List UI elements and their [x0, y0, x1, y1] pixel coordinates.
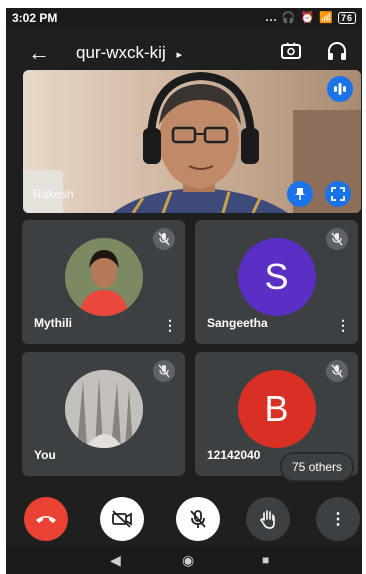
nav-recents-icon[interactable]: ■ [262, 553, 269, 567]
avatar: B [237, 370, 316, 449]
mic-off-icon [326, 228, 348, 250]
speaking-indicator-icon [327, 76, 353, 102]
call-controls: ⋮ [6, 492, 362, 542]
mic-off-button[interactable] [176, 497, 220, 541]
status-bar: 3:02 PM ... 🎧 ⏰ 📶 76 [6, 8, 362, 28]
battery-icon: 76 [337, 12, 356, 24]
camera-off-button[interactable] [100, 497, 144, 541]
participant-tile[interactable]: You [22, 352, 185, 476]
headphone-status-icon: 🎧 [281, 12, 297, 24]
nav-back-icon[interactable]: ◀ [110, 552, 121, 569]
headphones-icon[interactable] [326, 40, 348, 62]
avatar-letter: B [264, 388, 289, 430]
avatar-letter: S [264, 256, 289, 298]
mic-off-icon [153, 360, 175, 382]
main-video[interactable]: Rakesh [23, 70, 361, 213]
fullscreen-icon[interactable] [325, 181, 351, 207]
camera-off-icon [112, 510, 132, 528]
avatar: S [237, 238, 316, 317]
participant-tile[interactable]: Mythili ⋮ [22, 220, 185, 344]
avatar [64, 370, 143, 449]
more-options-button[interactable]: ⋮ [316, 497, 360, 541]
raise-hand-icon [260, 510, 275, 529]
signal-icon: 📶 [319, 12, 334, 24]
main-participant-name: Rakesh [33, 187, 74, 201]
system-nav-bar: ◀ ◉ ■ [6, 546, 362, 574]
phone-hangup-icon [36, 516, 56, 523]
alarm-icon: ⏰ [300, 12, 316, 24]
status-icons: ... 🎧 ⏰ 📶 76 [265, 11, 356, 24]
meeting-code: qur-wxck-kij [76, 43, 166, 62]
phone-screen: 3:02 PM ... 🎧 ⏰ 📶 76 ← qur-wxck-kij ▸ Ra… [6, 8, 362, 574]
switch-camera-icon[interactable] [280, 40, 302, 62]
participant-tile[interactable]: S Sangeetha ⋮ [195, 220, 358, 344]
participant-name: 12142040 [207, 448, 261, 462]
raise-hand-button[interactable] [246, 497, 290, 541]
pin-icon[interactable] [287, 181, 313, 207]
participant-name: Mythili [34, 316, 72, 330]
participant-name: You [34, 448, 56, 462]
status-dots: ... [265, 12, 278, 24]
avatar [64, 238, 143, 317]
more-options-icon[interactable]: ⋮ [163, 318, 177, 332]
caret-right-icon: ▸ [176, 49, 182, 61]
mic-off-icon [190, 510, 206, 528]
status-time: 3:02 PM [12, 11, 58, 25]
meeting-title[interactable]: qur-wxck-kij ▸ [76, 43, 182, 63]
more-options-icon[interactable]: ⋮ [336, 318, 350, 332]
others-count-badge[interactable]: 75 others [282, 454, 353, 480]
nav-home-icon[interactable]: ◉ [182, 552, 194, 569]
participant-name: Sangeetha [207, 316, 268, 330]
mic-off-icon [326, 360, 348, 382]
mic-off-icon [153, 228, 175, 250]
back-arrow-icon[interactable]: ← [28, 40, 50, 66]
end-call-button[interactable] [24, 497, 68, 541]
